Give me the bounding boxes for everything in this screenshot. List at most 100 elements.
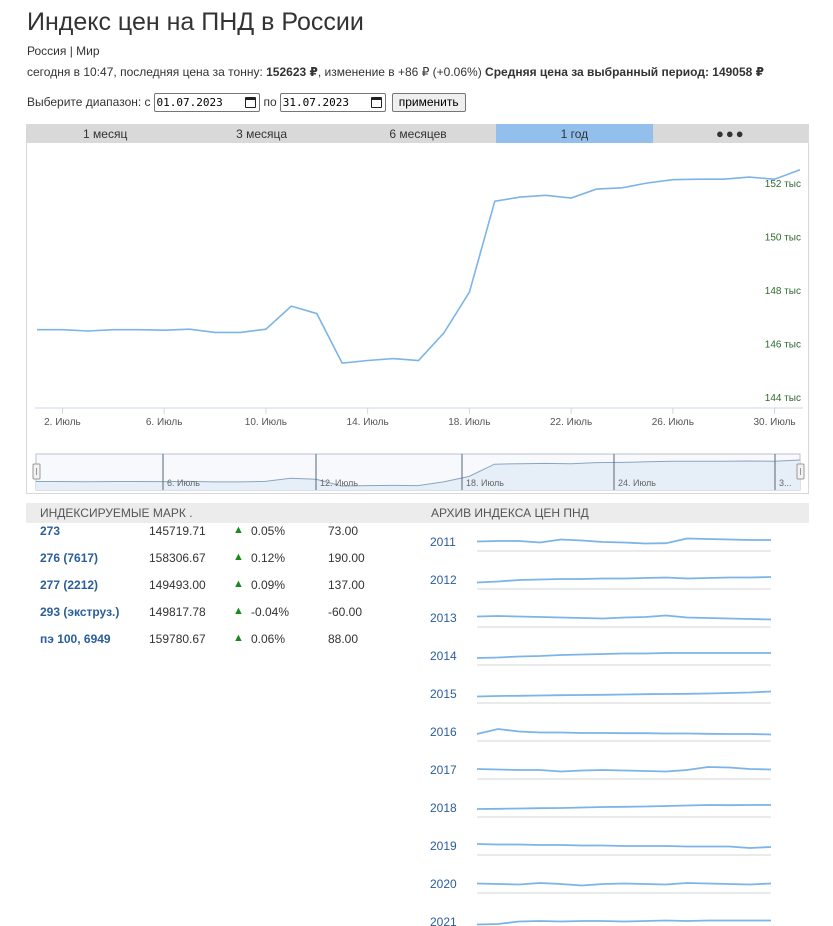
archive-sparkline[interactable] (476, 838, 772, 858)
calendar-icon[interactable] (244, 96, 256, 108)
grade-row[interactable]: 276 (7617) 158306.67 ▲ 0.12% 190.00 (40, 550, 410, 577)
x-tick-label: 6. Июль (146, 417, 183, 428)
grade-row[interactable]: пэ 100, 6949 159780.67 ▲ 0.06% 88.00 (40, 631, 410, 658)
data-point[interactable] (388, 354, 398, 364)
grade-row[interactable]: 293 (экструз.) 149817.78 ▲ -0.04% -60.00 (40, 604, 410, 631)
range-navigator[interactable]: 6. Июль 12. Июль 18. Июль 24. Июль 3... (32, 453, 805, 491)
data-point[interactable] (795, 165, 805, 175)
more-tab[interactable]: ●●● (653, 124, 809, 143)
data-point[interactable] (32, 325, 42, 335)
data-point[interactable] (744, 172, 754, 182)
archive-row[interactable]: 2019 (414, 831, 784, 869)
archive-row[interactable]: 2018 (414, 793, 784, 831)
archive-sparkline[interactable] (476, 800, 772, 820)
archive-year-link[interactable]: 2014 (430, 649, 457, 663)
archive-year-link[interactable]: 2021 (430, 915, 457, 926)
archive-sparkline[interactable] (476, 914, 772, 926)
period-tab[interactable]: 6 месяцев (340, 124, 496, 143)
archive-row[interactable]: 2017 (414, 755, 784, 793)
archive-year-link[interactable]: 2016 (430, 725, 457, 739)
grade-row[interactable]: 277 (2212) 149493.00 ▲ 0.09% 137.00 (40, 577, 410, 604)
grade-name[interactable]: 273 (40, 524, 60, 538)
archive-row[interactable]: 2011 (414, 527, 784, 565)
sparkline-path (476, 537, 771, 545)
period-tab[interactable]: 1 год (496, 124, 653, 143)
archive-sparkline[interactable] (476, 534, 772, 554)
breadcrumb-russia[interactable]: Россия (27, 44, 66, 58)
grade-name[interactable]: 276 (7617) (40, 551, 98, 565)
archive-sparkline[interactable] (476, 572, 772, 592)
breadcrumb-world[interactable]: Мир (76, 44, 99, 58)
data-point[interactable] (693, 174, 703, 184)
period-tab[interactable]: 1 месяц (27, 124, 183, 143)
sparkline-path (476, 652, 771, 659)
period-tab[interactable]: 3 месяца (183, 124, 339, 143)
data-point[interactable] (719, 174, 729, 184)
archive-sparkline[interactable] (476, 610, 772, 630)
line-chart[interactable]: 2. Июль 6. Июль 10. Июль 14. Июль 18. Июль 22… (27, 143, 809, 494)
data-point[interactable] (490, 196, 500, 206)
archive-year-link[interactable]: 2020 (430, 877, 457, 891)
data-point[interactable] (464, 287, 474, 297)
data-point[interactable] (185, 324, 195, 334)
data-point[interactable] (57, 325, 67, 335)
sparkline-path (476, 766, 772, 773)
archive-row[interactable]: 2021 (414, 907, 784, 926)
archive-year-link[interactable]: 2012 (430, 573, 457, 587)
data-point[interactable] (642, 178, 652, 188)
data-point[interactable] (668, 175, 678, 185)
archive-row[interactable]: 2013 (414, 603, 784, 641)
calendar-icon[interactable] (370, 96, 382, 108)
archive-sparkline[interactable] (476, 724, 772, 744)
archive-year-link[interactable]: 2017 (430, 763, 457, 777)
data-point[interactable] (261, 324, 271, 334)
archive-row[interactable]: 2016 (414, 717, 784, 755)
archive-year-link[interactable]: 2011 (430, 535, 456, 549)
breadcrumb-separator: | (66, 44, 77, 58)
average-price: Средняя цена за выбранный период: 149058… (485, 65, 764, 79)
data-point[interactable] (439, 328, 449, 338)
grade-change-value: 190.00 (328, 551, 365, 565)
x-tick-label: 22. Июль (550, 417, 592, 428)
archive-year-link[interactable]: 2018 (430, 801, 457, 815)
date-from-input[interactable]: 01.07.2023 (153, 92, 260, 112)
price-series-line[interactable] (37, 169, 801, 365)
archive-row[interactable]: 2012 (414, 565, 784, 603)
date-to-input[interactable]: 31.07.2023 (279, 92, 386, 112)
grade-name[interactable]: 277 (2212) (40, 578, 98, 592)
y-tick-label: 152 тыс (765, 179, 801, 190)
archive-sparkline[interactable] (476, 876, 772, 896)
grade-row[interactable]: 273 145719.71 ▲ 0.05% 73.00 (40, 523, 410, 550)
data-point[interactable] (134, 325, 144, 335)
archive-row[interactable]: 2014 (414, 641, 784, 679)
price-summary: сегодня в 10:47, последняя цена за тонну… (27, 65, 764, 79)
data-point[interactable] (363, 355, 373, 365)
archive-sparkline[interactable] (476, 648, 772, 668)
grade-name[interactable]: 293 (экструз.) (40, 605, 119, 619)
data-point[interactable] (414, 355, 424, 365)
data-point[interactable] (617, 183, 627, 193)
last-price: 152623 ₽ (266, 65, 318, 79)
data-point[interactable] (312, 309, 322, 319)
data-point[interactable] (159, 325, 169, 335)
archive-year-link[interactable]: 2015 (430, 687, 457, 701)
data-point[interactable] (337, 358, 347, 368)
apply-button[interactable]: применить (391, 92, 466, 112)
data-point[interactable] (541, 190, 551, 200)
grade-name[interactable]: пэ 100, 6949 (40, 632, 111, 646)
data-point[interactable] (286, 301, 296, 311)
archive-row[interactable]: 2015 (414, 679, 784, 717)
data-point[interactable] (592, 184, 602, 194)
data-point[interactable] (108, 325, 118, 335)
archive-sparkline[interactable] (476, 686, 772, 706)
archive-row[interactable]: 2020 (414, 869, 784, 907)
data-point[interactable] (566, 193, 576, 203)
data-point[interactable] (83, 326, 93, 336)
data-point[interactable] (210, 327, 220, 337)
data-point[interactable] (515, 192, 525, 202)
archive-sparkline[interactable] (476, 762, 772, 782)
data-point[interactable] (235, 327, 245, 337)
archive-year-link[interactable]: 2019 (430, 839, 457, 853)
archive-year-link[interactable]: 2013 (430, 611, 457, 625)
sparkline-path (476, 919, 771, 926)
